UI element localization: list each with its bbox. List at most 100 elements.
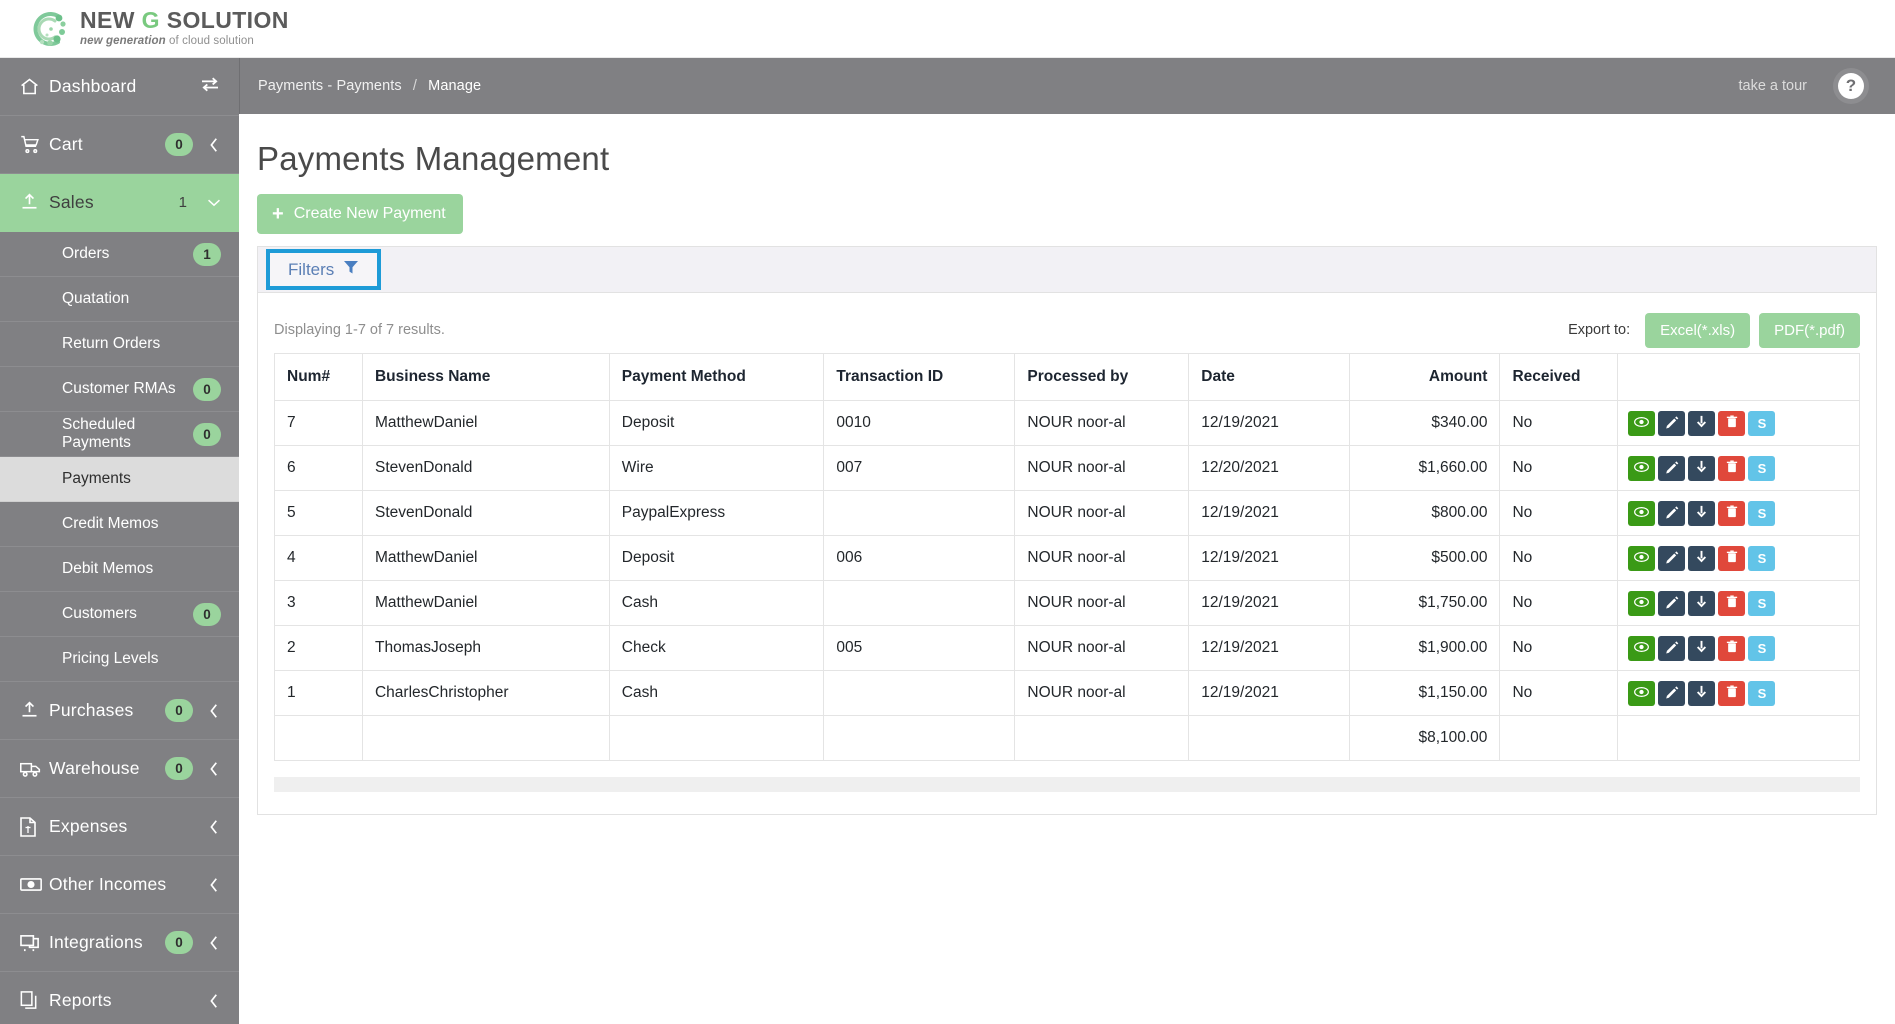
- table-meta-row: Displaying 1-7 of 7 results. Export to: …: [274, 307, 1860, 353]
- sidebar-item-purchases[interactable]: Purchases 0: [0, 682, 239, 740]
- download-row-button[interactable]: [1688, 680, 1716, 706]
- export-pdf-button[interactable]: PDF(*.pdf): [1759, 312, 1860, 348]
- sidebar-item-integrations[interactable]: Integrations 0: [0, 914, 239, 972]
- column-header-method[interactable]: Payment Method: [608, 353, 825, 401]
- schedule-row-button[interactable]: S: [1748, 455, 1776, 481]
- edit-row-button[interactable]: [1658, 680, 1686, 706]
- edit-row-button[interactable]: [1658, 455, 1686, 481]
- delete-row-button[interactable]: [1718, 500, 1746, 526]
- chevron-left-icon[interactable]: [207, 877, 221, 893]
- chevron-left-icon[interactable]: [207, 935, 221, 951]
- schedule-row-button[interactable]: S: [1748, 500, 1776, 526]
- brand-logo[interactable]: NEW G SOLUTION new generation of cloud s…: [26, 7, 289, 51]
- cell-transaction-id: 007: [823, 445, 1016, 491]
- download-row-button[interactable]: [1688, 500, 1716, 526]
- edit-row-button[interactable]: [1658, 545, 1686, 571]
- row-action-group: S: [1628, 635, 1849, 661]
- table-horizontal-scrollbar[interactable]: [274, 777, 1860, 792]
- brand-title: NEW G SOLUTION: [80, 9, 289, 32]
- cell-processed-by: NOUR noor-al: [1014, 445, 1190, 491]
- column-header-processed[interactable]: Processed by: [1014, 353, 1190, 401]
- column-header-num[interactable]: Num#: [274, 353, 363, 401]
- download-row-button[interactable]: [1688, 590, 1716, 616]
- view-row-button[interactable]: [1628, 680, 1656, 706]
- schedule-row-button[interactable]: S: [1748, 410, 1776, 436]
- delete-row-button[interactable]: [1718, 590, 1746, 616]
- schedule-row-button[interactable]: S: [1748, 635, 1776, 661]
- cell-business: CharlesChristopher: [361, 670, 610, 716]
- view-row-button[interactable]: [1628, 545, 1656, 571]
- cell-business: MatthewDaniel: [361, 400, 610, 446]
- download-row-button[interactable]: [1688, 545, 1716, 571]
- sidebar-subitem-credit-memos[interactable]: Credit Memos: [0, 502, 239, 547]
- chevron-left-icon[interactable]: [207, 819, 221, 835]
- edit-icon: [1665, 550, 1679, 567]
- delete-row-button[interactable]: [1718, 455, 1746, 481]
- total-empty-cell: [1188, 715, 1351, 761]
- table-row[interactable]: 7 MatthewDaniel Deposit 0010 NOUR noor-al 12/…: [274, 400, 1860, 446]
- edit-row-button[interactable]: [1658, 410, 1686, 436]
- view-row-button[interactable]: [1628, 635, 1656, 661]
- edit-row-button[interactable]: [1658, 635, 1686, 661]
- edit-row-button[interactable]: [1658, 590, 1686, 616]
- sidebar-subitem-payments[interactable]: Payments: [0, 457, 239, 502]
- sidebar-item-expenses[interactable]: Expenses: [0, 798, 239, 856]
- download-icon: [1695, 640, 1708, 657]
- export-excel-button[interactable]: Excel(*.xls): [1645, 312, 1751, 348]
- table-row[interactable]: 3 MatthewDaniel Cash NOUR noor-al 12/19/2021…: [274, 580, 1860, 626]
- total-empty-cell: [274, 715, 363, 761]
- sidebar-subitem-pricing-levels[interactable]: Pricing Levels: [0, 637, 239, 682]
- sidebar-item-cart[interactable]: Cart 0: [0, 116, 239, 174]
- view-row-button[interactable]: [1628, 455, 1656, 481]
- table-row[interactable]: 4 MatthewDaniel Deposit 006 NOUR noor-al 12/1…: [274, 535, 1860, 581]
- sidebar-subitem-customer-rmas[interactable]: Customer RMAs 0: [0, 367, 239, 412]
- page-content: Payments Management + Create New Payment…: [239, 114, 1895, 1024]
- view-row-button[interactable]: [1628, 590, 1656, 616]
- sidebar-item-other-incomes[interactable]: Other Incomes: [0, 856, 239, 914]
- swap-icon[interactable]: [199, 76, 221, 97]
- schedule-row-button[interactable]: S: [1748, 680, 1776, 706]
- table-row[interactable]: 1 CharlesChristopher Cash NOUR noor-al 12/19…: [274, 670, 1860, 716]
- sidebar-item-warehouse[interactable]: Warehouse 0: [0, 740, 239, 798]
- schedule-row-button[interactable]: S: [1748, 545, 1776, 571]
- chevron-left-icon[interactable]: [207, 137, 221, 153]
- delete-row-button[interactable]: [1718, 410, 1746, 436]
- column-header-received[interactable]: Received: [1499, 353, 1619, 401]
- table-row[interactable]: 5 StevenDonald PaypalExpress NOUR noor-al 12…: [274, 490, 1860, 536]
- download-row-button[interactable]: [1688, 455, 1716, 481]
- table-row[interactable]: 2 ThomasJoseph Check 005 NOUR noor-al 12/19/2…: [274, 625, 1860, 671]
- view-row-button[interactable]: [1628, 410, 1656, 436]
- sidebar-subitem-scheduled-payments[interactable]: Scheduled Payments 0: [0, 412, 239, 457]
- sidebar-subitem-orders[interactable]: Orders 1: [0, 232, 239, 277]
- chevron-left-icon[interactable]: [207, 703, 221, 719]
- breadcrumb-root[interactable]: Payments - Payments: [258, 78, 402, 94]
- chevron-left-icon[interactable]: [207, 993, 221, 1009]
- sidebar-subitem-return-orders[interactable]: Return Orders: [0, 322, 239, 367]
- column-header-amount[interactable]: Amount: [1349, 353, 1501, 401]
- delete-row-button[interactable]: [1718, 635, 1746, 661]
- help-button[interactable]: ?: [1833, 68, 1869, 104]
- column-header-txn[interactable]: Transaction ID: [823, 353, 1016, 401]
- column-header-business[interactable]: Business Name: [361, 353, 610, 401]
- edit-row-button[interactable]: [1658, 500, 1686, 526]
- column-header-date[interactable]: Date: [1188, 353, 1351, 401]
- download-icon: [1695, 505, 1708, 522]
- take-a-tour-link[interactable]: take a tour: [1738, 78, 1807, 94]
- create-new-payment-button[interactable]: + Create New Payment: [257, 194, 463, 234]
- chevron-left-icon[interactable]: [207, 761, 221, 777]
- view-row-button[interactable]: [1628, 500, 1656, 526]
- sidebar-subitem-debit-memos[interactable]: Debit Memos: [0, 547, 239, 592]
- sidebar-item-sales[interactable]: Sales 1: [0, 174, 239, 232]
- table-row[interactable]: 6 StevenDonald Wire 007 NOUR noor-al 12/20/20…: [274, 445, 1860, 491]
- delete-row-button[interactable]: [1718, 545, 1746, 571]
- download-row-button[interactable]: [1688, 410, 1716, 436]
- sidebar-item-dashboard[interactable]: Dashboard: [0, 58, 239, 116]
- schedule-row-button[interactable]: S: [1748, 590, 1776, 616]
- chevron-down-icon[interactable]: [207, 197, 221, 208]
- delete-row-button[interactable]: [1718, 680, 1746, 706]
- sidebar-subitem-customers[interactable]: Customers 0: [0, 592, 239, 637]
- filters-button[interactable]: Filters: [266, 249, 382, 290]
- sidebar-subitem-quatation[interactable]: Quatation: [0, 277, 239, 322]
- sidebar-item-reports[interactable]: Reports: [0, 972, 239, 1024]
- download-row-button[interactable]: [1688, 635, 1716, 661]
